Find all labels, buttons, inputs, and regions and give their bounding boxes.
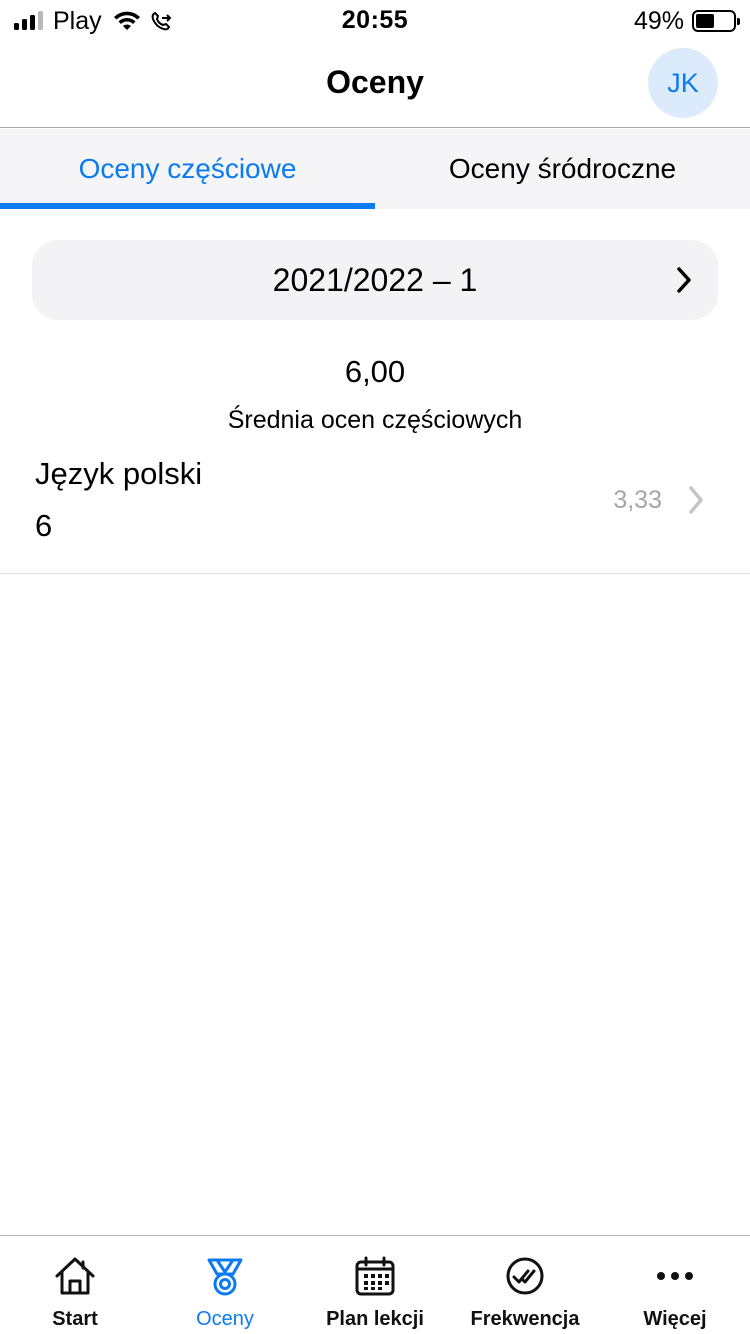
tabbar-item-schedule[interactable]: Plan lekcji [300, 1236, 450, 1334]
average-value: 6,00 [344, 354, 406, 389]
tabbar-label: Więcej [643, 1308, 707, 1330]
tabbar-label: Oceny [196, 1308, 254, 1330]
chevron-right-icon [686, 484, 706, 521]
tab-midterm-grades[interactable]: Oceny śródroczne [375, 129, 750, 209]
tab-partial-grades[interactable]: Oceny częściowe [0, 129, 375, 209]
period-selector[interactable]: 2021/2022 – 1 [32, 240, 718, 320]
average-label: Średnia ocen częściowych [227, 406, 523, 434]
navigation-header: Oceny JK [0, 40, 750, 128]
period-label: 2021/2022 – 1 [272, 261, 478, 298]
subject-row[interactable]: Język polski 6 3,33 [0, 448, 750, 574]
avatar[interactable]: JK [648, 48, 718, 118]
chevron-right-icon [674, 264, 694, 301]
tabbar-item-attendance[interactable]: Frekwencja [450, 1236, 600, 1334]
tabbar-label: Frekwencja [470, 1308, 580, 1330]
battery-icon [692, 10, 740, 32]
segment-tabs: Oceny częściowe Oceny śródroczne [0, 129, 750, 209]
page-title: Oceny [326, 64, 424, 100]
status-bar: Play 20:55 49% [0, 0, 750, 40]
more-icon [653, 1254, 697, 1298]
subject-average: 3,33 [613, 486, 662, 514]
bottom-tab-bar: Start Oceny Plan lekcji Frekwencja Więce… [0, 1235, 750, 1334]
subject-grades: 6 [35, 508, 53, 543]
tabbar-label: Start [52, 1308, 98, 1330]
home-icon [53, 1254, 97, 1298]
battery-percent: 49% [633, 6, 684, 35]
tabbar-item-more[interactable]: Więcej [600, 1236, 750, 1334]
status-right: 49% [633, 6, 740, 36]
subject-name: Język polski [35, 456, 203, 491]
tabbar-item-start[interactable]: Start [0, 1236, 150, 1334]
medal-icon [203, 1254, 247, 1298]
tabbar-item-grades[interactable]: Oceny [150, 1236, 300, 1334]
tabbar-label: Plan lekcji [326, 1308, 424, 1330]
calendar-icon [353, 1254, 397, 1298]
check-circle-icon [503, 1254, 547, 1298]
